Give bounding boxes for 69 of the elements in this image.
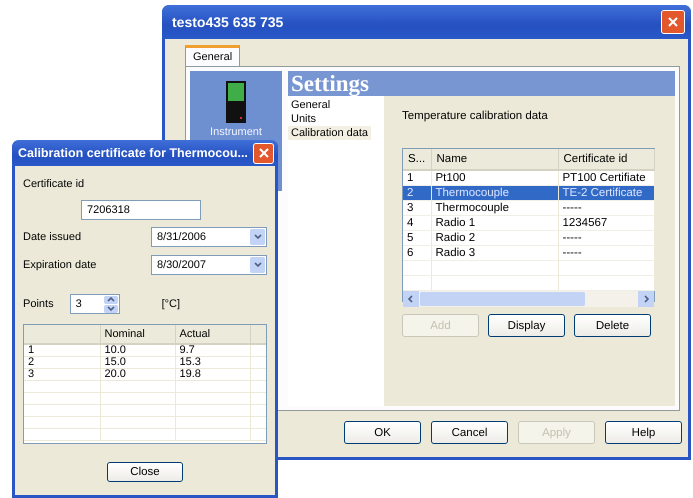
date-field[interactable]: 8/31/2006: [151, 227, 267, 247]
nav-item[interactable]: Calibration data: [288, 126, 372, 140]
nav-item[interactable]: General: [288, 98, 334, 112]
up-icon: [106, 296, 115, 303]
points-spinner[interactable]: 3: [70, 294, 120, 314]
table-cell: 1234567: [558, 216, 654, 230]
section-title: Temperature calibration data: [402, 110, 549, 122]
device-icon: [226, 81, 246, 123]
list-row[interactable]: 5 Radio 2 -----: [403, 230, 654, 246]
field-label: Expiration date: [23, 259, 96, 271]
dialog-button[interactable]: Delete: [574, 314, 651, 337]
column-header[interactable]: Actual: [175, 325, 250, 344]
table-cell: 9.7: [175, 344, 250, 356]
table-cell: Thermocouple: [431, 186, 558, 200]
table-cell: -----: [558, 200, 654, 216]
field-label: Points: [23, 298, 54, 310]
table-cell: -----: [558, 246, 654, 260]
dropdown-icon: [254, 261, 262, 269]
table-cell: 3: [403, 200, 431, 216]
table-cell: 4: [403, 216, 431, 230]
column-header[interactable]: S...: [403, 149, 431, 170]
table-cell: Radio 2: [431, 230, 558, 246]
dialog-button[interactable]: Help: [605, 421, 682, 444]
close-button[interactable]: [661, 10, 685, 34]
column-header[interactable]: Certificate id: [558, 149, 654, 170]
scroll-right-icon: [642, 295, 650, 303]
date-field[interactable]: 8/30/2007: [151, 255, 267, 275]
column-header[interactable]: Nominal: [100, 325, 175, 344]
dropdown-icon: [254, 233, 262, 241]
nav-item[interactable]: Units: [288, 112, 320, 126]
close-button[interactable]: [253, 142, 274, 164]
field-label: Certificate id: [23, 178, 86, 190]
table-cell: Radio 1: [431, 216, 558, 230]
horizontal-scrollbar[interactable]: [403, 291, 654, 307]
table-cell: 5: [403, 230, 431, 246]
table-cell: 19.8: [175, 368, 250, 380]
table-cell: 6: [403, 246, 431, 260]
close-icon: [258, 148, 268, 158]
list-row[interactable]: 2 Thermocouple TE-2 Certificate: [403, 186, 654, 200]
table-cell: Thermocouple: [431, 200, 558, 216]
list-row[interactable]: 4 Radio 1 1234567: [403, 216, 654, 230]
close-icon: [668, 17, 678, 27]
unit-label: [°C]: [162, 298, 180, 310]
list-row[interactable]: 6 Radio 3 -----: [403, 246, 654, 260]
table-cell: TE-2 Certificate: [558, 186, 654, 200]
table-cell: 2: [24, 356, 100, 368]
dialog-button[interactable]: Cancel: [431, 421, 508, 444]
window-title: testo435 635 735: [172, 14, 284, 30]
table-cell: 10.0: [100, 344, 175, 356]
close-dialog-button[interactable]: Close: [107, 462, 183, 482]
certificate-id-field[interactable]: 7206318: [81, 200, 201, 220]
settings-header: Settings: [288, 71, 675, 96]
tile-label: Instrument: [210, 126, 262, 138]
table-cell: 15.3: [175, 356, 250, 368]
column-header[interactable]: Name: [431, 149, 558, 170]
down-icon: [106, 305, 115, 312]
table-cell: 15.0: [100, 356, 175, 368]
table-cell: 3: [24, 368, 100, 380]
scroll-left-icon: [407, 295, 415, 303]
table-cell: Radio 3: [431, 246, 558, 260]
dialog-button[interactable]: OK: [344, 421, 421, 444]
dialog-button[interactable]: Display: [488, 314, 565, 337]
list-row[interactable]: 3 Thermocouple -----: [403, 200, 654, 216]
table-cell: -----: [558, 230, 654, 246]
field-label: Date issued: [23, 231, 82, 243]
tab[interactable]: General: [185, 45, 240, 66]
table-cell: 1: [24, 344, 100, 356]
table-cell: 20.0: [100, 368, 175, 380]
table-cell: 2: [403, 186, 431, 200]
